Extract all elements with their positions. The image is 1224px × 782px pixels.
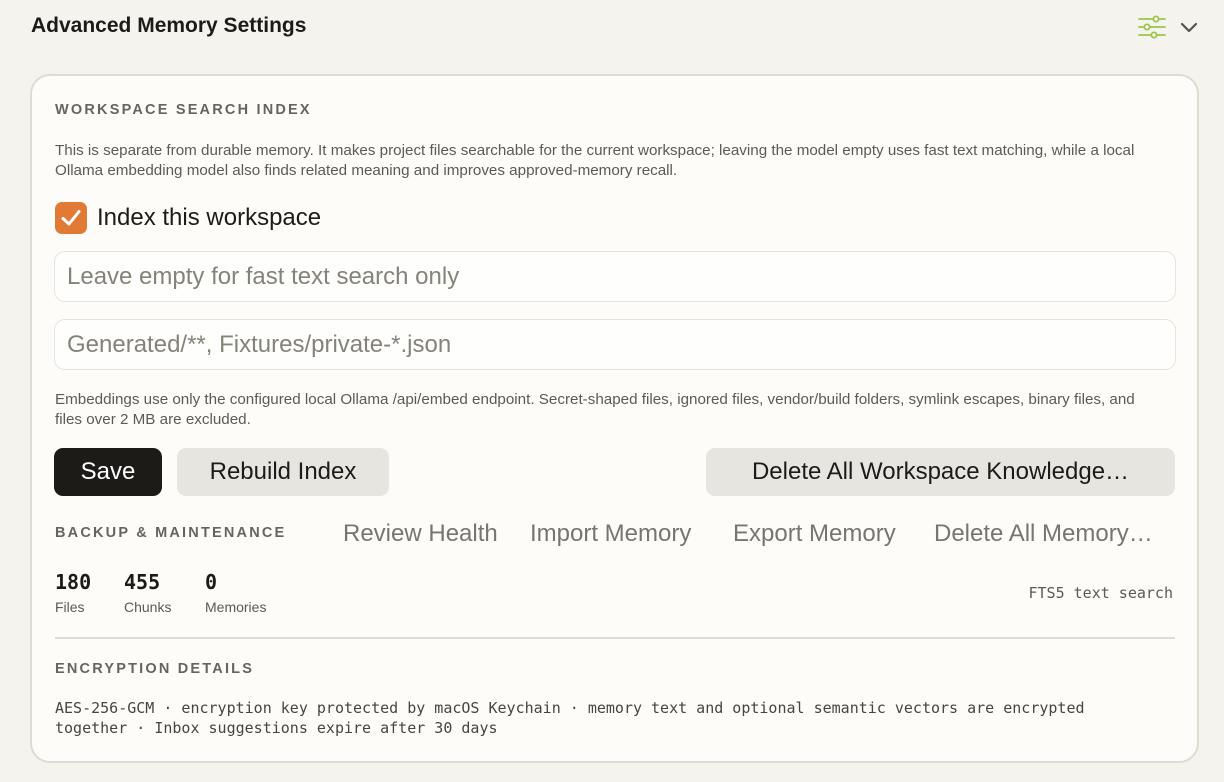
import-memory-button[interactable]: Import Memory	[530, 518, 691, 550]
encryption-details-text: AES-256-GCM · encryption key protected b…	[55, 699, 1085, 737]
section-label-backup: BACKUP & MAINTENANCE	[55, 525, 287, 541]
chunks-label: Chunks	[124, 599, 172, 615]
review-health-button[interactable]: Review Health	[343, 518, 498, 550]
index-workspace-toggle[interactable]: Index this workspace	[55, 201, 455, 235]
files-count: 180	[55, 570, 92, 594]
memory-settings-card: WORKSPACE SEARCH INDEX This is separate …	[30, 74, 1199, 763]
index-workspace-label: Index this workspace	[97, 204, 322, 231]
delete-workspace-knowledge-button[interactable]: Delete All Workspace Knowledge…	[706, 448, 1175, 496]
section-label-search-index: WORKSPACE SEARCH INDEX	[55, 102, 312, 118]
rebuild-index-button[interactable]: Rebuild Index	[177, 448, 389, 496]
export-memory-button[interactable]: Export Memory	[733, 518, 896, 550]
sliders-icon[interactable]	[1137, 14, 1167, 40]
embedding-note: Embeddings use only the configured local…	[55, 391, 1135, 428]
search-index-description: This is separate from durable memory. It…	[55, 142, 1135, 179]
chunks-count: 455	[124, 570, 161, 594]
save-button[interactable]: Save	[54, 448, 162, 496]
header-icons	[1133, 12, 1203, 42]
settings-header: Advanced Memory Settings	[31, 12, 1203, 42]
embedding-model-input[interactable]	[54, 251, 1176, 302]
memories-count: 0	[205, 570, 218, 594]
checkbox-checked-icon[interactable]	[55, 202, 87, 234]
files-label: Files	[55, 599, 85, 615]
chevron-down-icon[interactable]	[1179, 18, 1199, 38]
search-mode-badge: FTS5 text search	[1028, 584, 1174, 602]
exclude-patterns-input[interactable]	[54, 319, 1176, 370]
delete-all-memory-button[interactable]: Delete All Memory…	[934, 518, 1153, 550]
divider	[55, 637, 1175, 639]
memories-label: Memories	[205, 599, 267, 615]
page-title: Advanced Memory Settings	[31, 14, 307, 37]
section-label-encryption: ENCRYPTION DETAILS	[55, 661, 255, 677]
